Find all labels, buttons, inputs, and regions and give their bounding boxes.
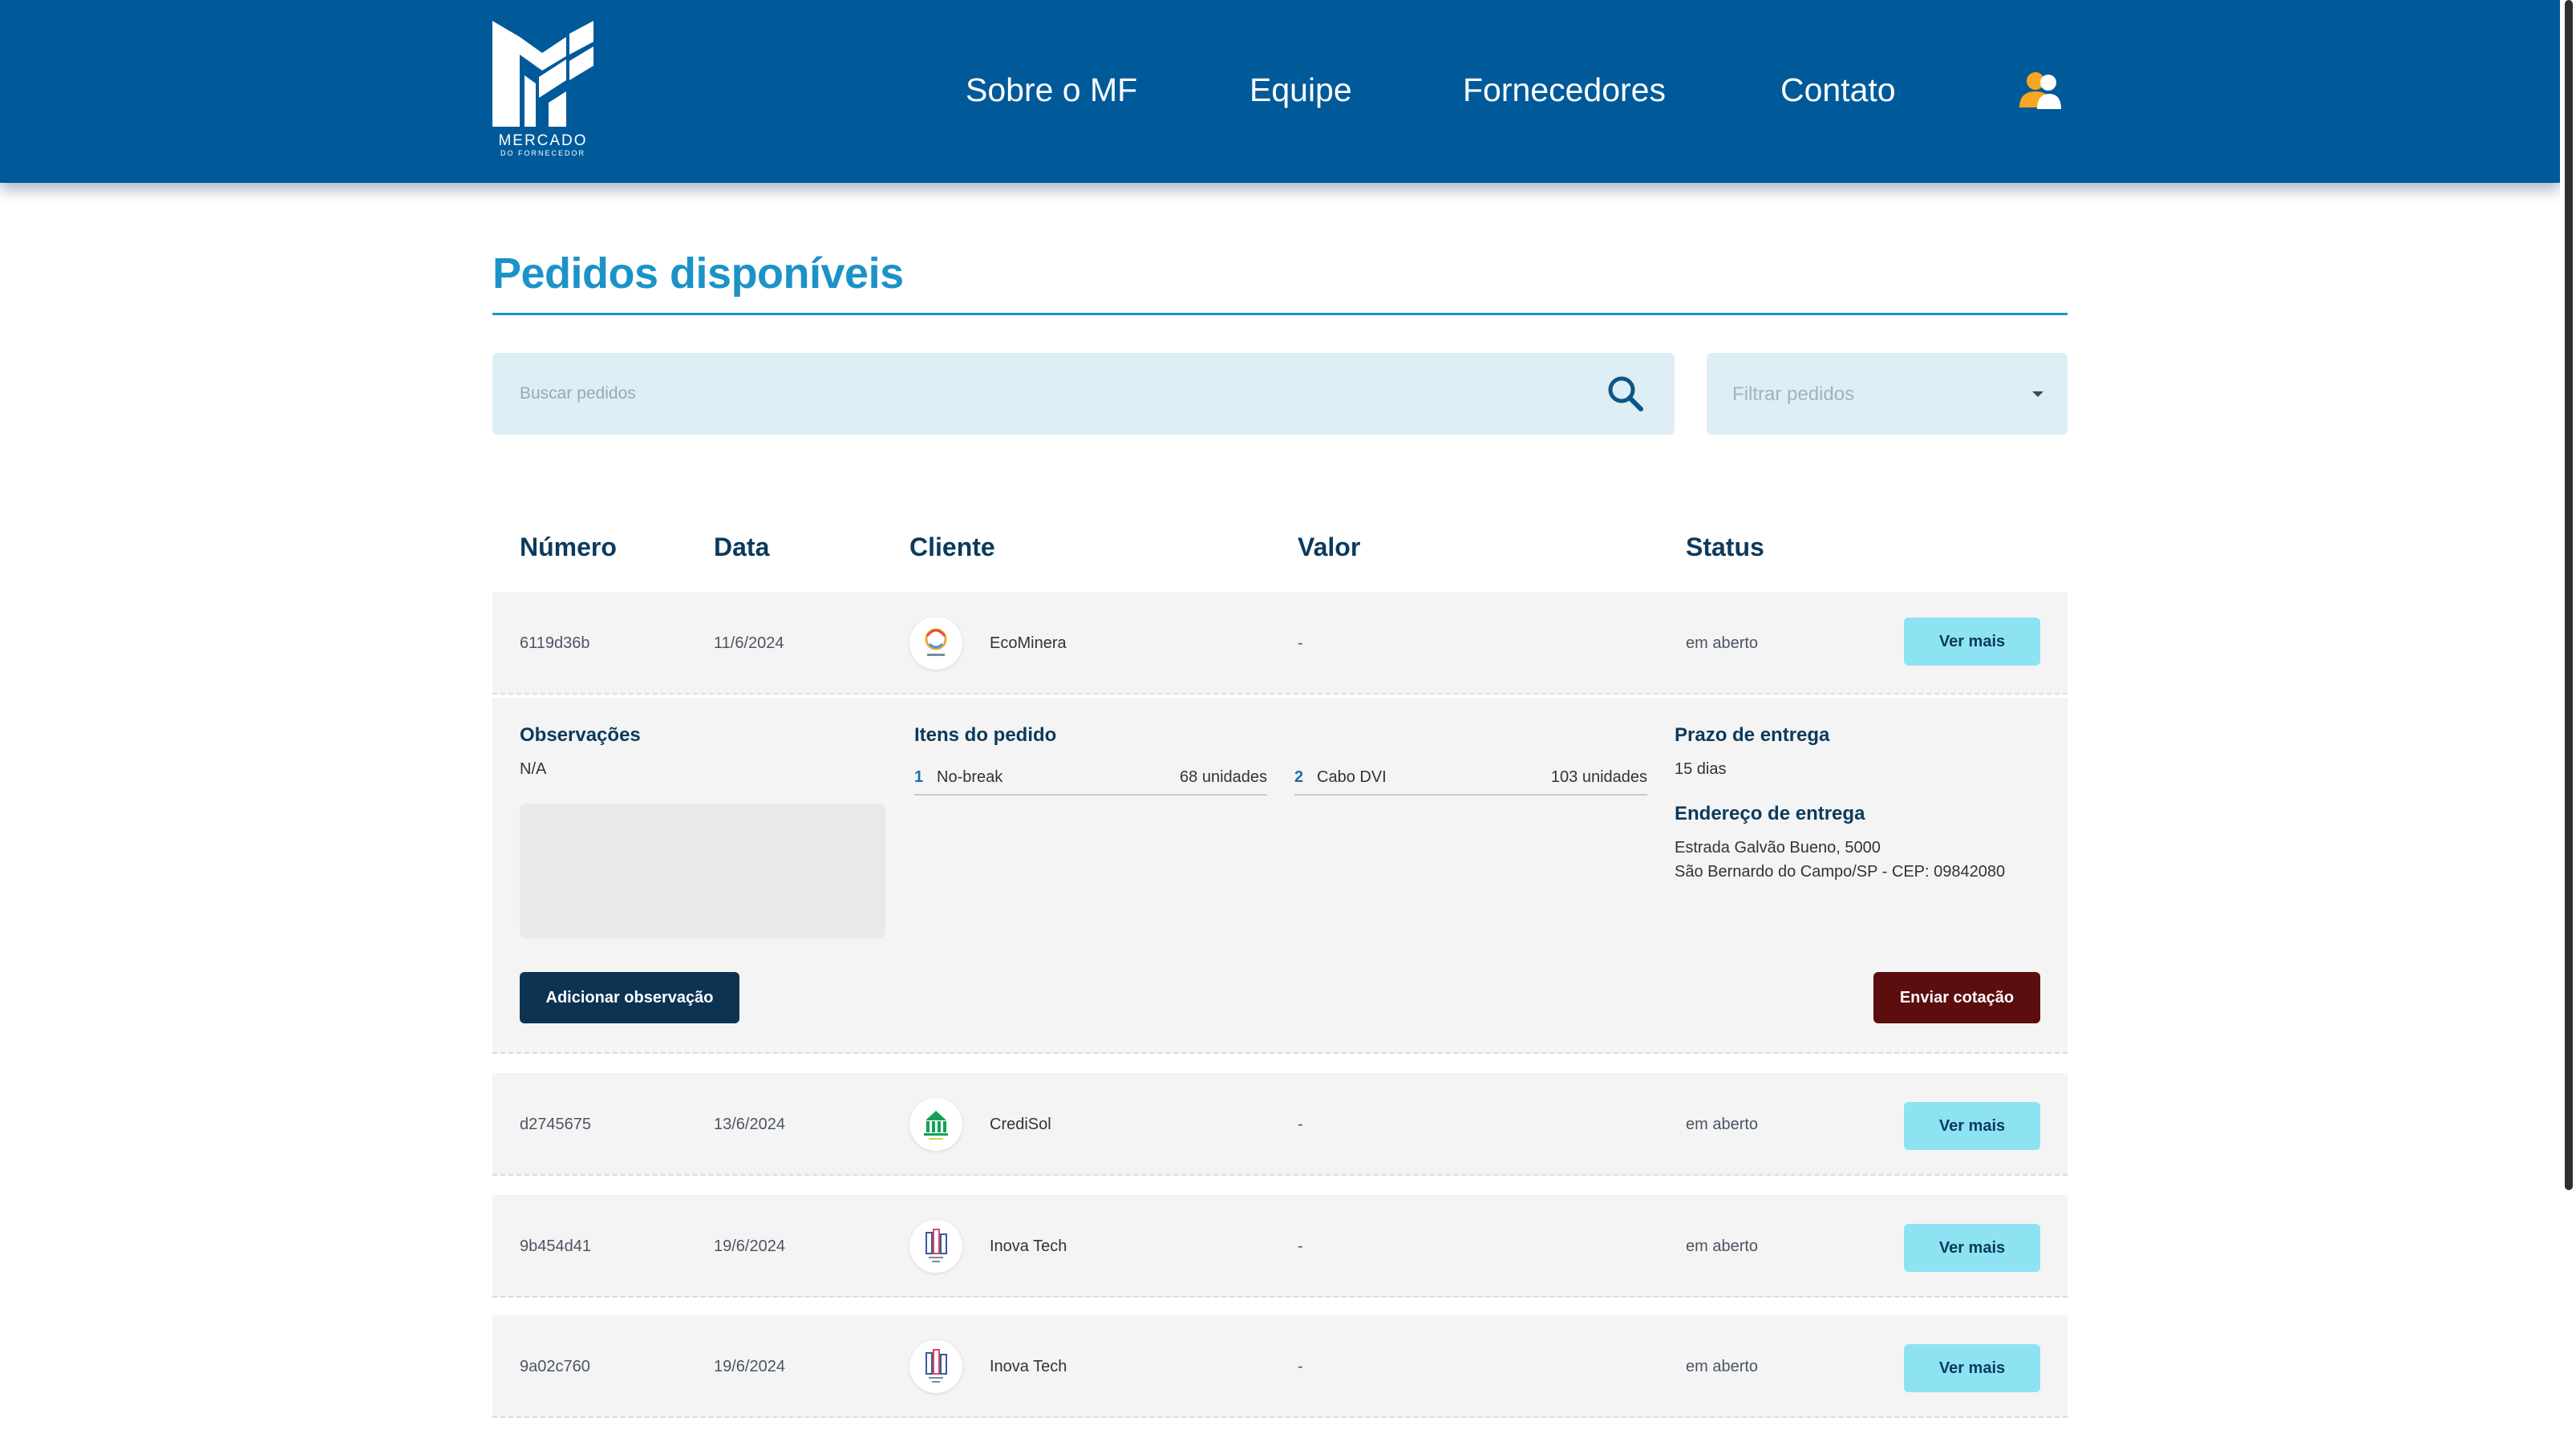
client-logo-icon [909,1340,962,1393]
column-header-status: Status [1686,533,1764,561]
item-name: No-break [937,768,1003,786]
endereco-entrega-title: Endereço de entrega [1675,803,1865,824]
order-item: 1 No-break 68 unidades [914,768,1267,796]
client-logo-icon [909,1098,962,1151]
column-header-cliente: Cliente [909,533,995,561]
scrollbar-thumb[interactable] [2565,0,2573,1190]
client-name: Inova Tech [990,1358,1067,1375]
search-icon[interactable] [1606,374,1646,414]
table-row[interactable]: d2745675 13/6/2024 CrediSol - em aberto … [492,1073,2068,1176]
title-divider [492,313,2068,315]
table-row[interactable]: 9b454d41 19/6/2024 Inova Tech - em abert… [492,1195,2068,1298]
itens-pedido-title: Itens do pedido [914,724,1057,746]
nav-sobre-o-mf[interactable]: Sobre o MF [966,69,1137,111]
logo-subtext: DO FORNECEDOR [500,149,585,157]
ver-mais-button[interactable]: Ver mais [1904,1344,2040,1392]
adicionar-observacao-button[interactable]: Adicionar observação [520,972,739,1023]
item-quantity: 68 unidades [1180,768,1267,786]
nav-equipe[interactable]: Equipe [1250,69,1352,111]
endereco-line-1: Estrada Galvão Bueno, 5000 [1675,839,1881,857]
ver-mais-button[interactable]: Ver mais [1904,1102,2040,1150]
order-date: 13/6/2024 [714,1116,785,1133]
order-value: - [1298,634,1303,652]
client-name: EcoMinera [990,634,1067,652]
prazo-entrega-title: Prazo de entrega [1675,724,1830,746]
order-number: 9b454d41 [520,1237,591,1255]
order-value: - [1298,1237,1303,1255]
filter-dropdown[interactable]: Filtrar pedidos [1707,353,2068,435]
item-name: Cabo DVI [1317,768,1387,786]
client-name: CrediSol [990,1116,1051,1133]
filter-label: Filtrar pedidos [1732,383,1855,405]
order-date: 19/6/2024 [714,1237,785,1255]
page-title: Pedidos disponíveis [492,249,904,298]
table-row[interactable]: 6119d36b 11/6/2024 EcoMinera - em aberto… [492,592,2068,695]
client-logo-icon [909,617,962,670]
order-value: - [1298,1116,1303,1133]
order-number: d2745675 [520,1116,591,1133]
ver-mais-button[interactable]: Ver mais [1904,618,2040,666]
item-number: 2 [1294,768,1304,786]
item-quantity: 103 unidades [1550,768,1647,786]
client-logo-icon [909,1220,962,1273]
item-number: 1 [914,768,924,786]
endereco-line-2: São Bernardo do Campo/SP - CEP: 09842080 [1675,863,2006,881]
order-number: 6119d36b [520,634,590,652]
column-header-data: Data [714,533,770,561]
column-header-numero: Número [520,533,617,561]
order-date: 19/6/2024 [714,1358,785,1375]
order-date: 11/6/2024 [714,634,784,652]
prazo-entrega-value: 15 dias [1675,760,1727,778]
table-row[interactable]: 9a02c760 19/6/2024 Inova Tech - em abert… [492,1315,2068,1418]
order-status: em aberto [1686,634,1759,652]
nav-contato[interactable]: Contato [1780,69,1896,111]
enviar-cotacao-button[interactable]: Enviar cotação [1873,972,2040,1023]
order-status: em aberto [1686,1237,1759,1255]
order-status: em aberto [1686,1358,1759,1375]
order-number: 9a02c760 [520,1358,590,1375]
logo-mark-icon [492,21,593,127]
order-item: 2 Cabo DVI 103 unidades [1294,768,1647,796]
client-name: Inova Tech [990,1237,1067,1255]
logo-text: MERCADO [498,132,588,149]
order-details-panel: Observações N/A Itens do pedido 1 No-bre… [492,698,2068,1054]
search-box [492,353,1675,435]
users-icon[interactable] [2019,71,2061,111]
caret-down-icon [2032,391,2043,397]
top-navigation-bar: MERCADO DO FORNECEDOR Sobre o MF Equipe … [0,0,2560,183]
page-scrollbar[interactable] [2560,0,2576,1450]
observacoes-title: Observações [520,724,641,746]
order-status: em aberto [1686,1116,1759,1133]
nav-fornecedores[interactable]: Fornecedores [1463,69,1666,111]
search-input[interactable] [520,375,1562,412]
ver-mais-button[interactable]: Ver mais [1904,1224,2040,1272]
order-value: - [1298,1358,1303,1375]
column-header-valor: Valor [1298,533,1361,561]
observacoes-value: N/A [520,760,547,778]
observacao-textarea[interactable] [520,804,885,938]
mercado-do-fornecedor-logo[interactable]: MERCADO DO FORNECEDOR [492,21,593,157]
